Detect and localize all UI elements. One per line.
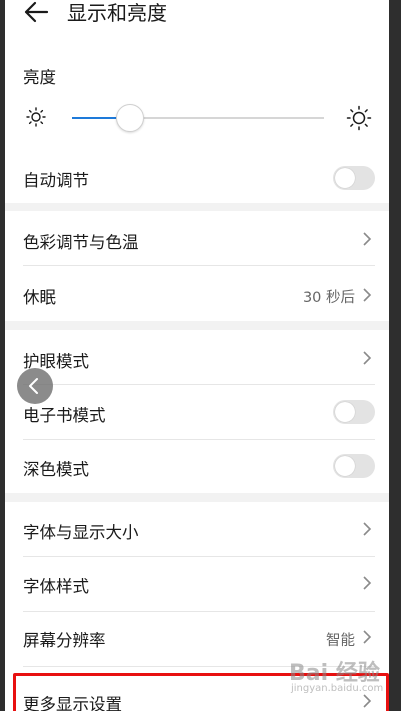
top-bar: 显示和亮度: [5, 0, 389, 48]
resolution-value: 智能: [326, 633, 355, 649]
auto-adjust-toggle[interactable]: [333, 166, 375, 190]
chevron-right-icon: [363, 232, 372, 246]
page-title: 显示和亮度: [67, 1, 167, 25]
chevron-right-icon: [363, 522, 372, 536]
auto-adjust-label: 自动调节: [23, 171, 89, 190]
settings-screen: 显示和亮度 亮度 自动调节 色彩调节与色温 休眠 30 秒后 护眼模式 电子书模…: [5, 0, 389, 711]
font-size-row[interactable]: 字体与显示大小: [5, 502, 389, 556]
sleep-label: 休眠: [23, 288, 56, 307]
chevron-right-icon: [363, 351, 372, 365]
sun-large-icon: [346, 105, 372, 131]
chevron-left-icon: [29, 378, 38, 394]
sleep-row[interactable]: 休眠 30 秒后: [5, 266, 389, 321]
font-style-label: 字体样式: [23, 577, 89, 596]
chevron-right-icon: [363, 288, 372, 302]
viewing-mode-card: 护眼模式 电子书模式 深色模式: [5, 330, 389, 493]
watermark-subtext: jingyan.baidu.com: [291, 683, 384, 694]
eye-comfort-row[interactable]: 护眼模式: [5, 330, 389, 384]
brightness-label: 亮度: [23, 68, 56, 87]
font-style-row[interactable]: 字体样式: [5, 557, 389, 611]
sleep-value: 30 秒后: [302, 290, 355, 306]
resolution-label: 屏幕分辨率: [23, 631, 106, 650]
toggle-knob: [335, 456, 355, 476]
dark-mode-row: 深色模式: [5, 440, 389, 493]
dark-mode-toggle[interactable]: [333, 454, 375, 478]
ebook-mode-row: 电子书模式: [5, 385, 389, 439]
ebook-mode-toggle[interactable]: [333, 400, 375, 424]
ebook-mode-label: 电子书模式: [23, 406, 106, 425]
toggle-knob: [335, 402, 355, 422]
floating-back-button[interactable]: [17, 368, 53, 404]
chevron-right-icon: [363, 630, 372, 644]
color-temp-row[interactable]: 色彩调节与色温: [5, 211, 389, 265]
sun-small-icon: [26, 107, 46, 127]
display-color-card: 色彩调节与色温 休眠 30 秒后: [5, 211, 389, 321]
arrow-left-icon[interactable]: [23, 0, 49, 24]
baidu-watermark: Bai 经验 jingyan.baidu.com: [289, 655, 389, 701]
chevron-right-icon: [363, 576, 372, 590]
dark-mode-label: 深色模式: [23, 460, 89, 479]
font-size-label: 字体与显示大小: [23, 523, 139, 542]
brightness-slider[interactable]: [72, 104, 324, 132]
brightness-card: 亮度 自动调节: [5, 48, 389, 203]
toggle-knob: [335, 168, 355, 188]
brightness-slider-thumb[interactable]: [116, 104, 144, 132]
color-temp-label: 色彩调节与色温: [23, 233, 139, 252]
